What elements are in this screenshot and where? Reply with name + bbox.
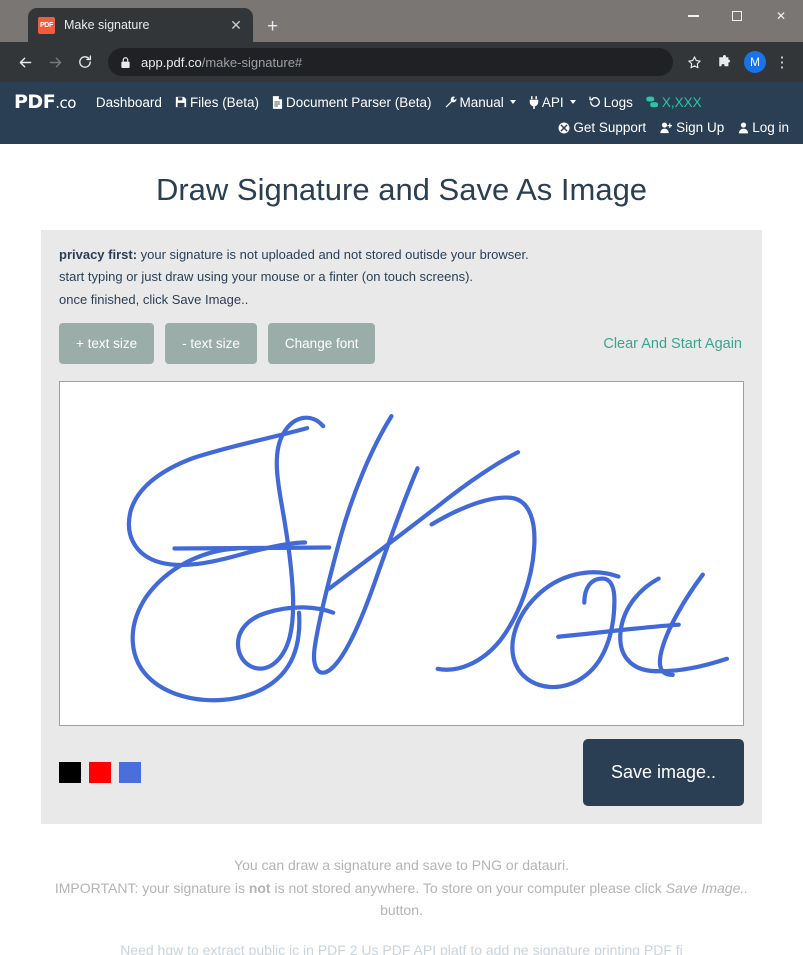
nav-item-logs[interactable]: Logs xyxy=(588,94,633,110)
forward-arrow-icon[interactable] xyxy=(40,47,70,77)
footer-line-2-c: is not stored anywhere. To store on your… xyxy=(270,879,666,896)
primary-nav-row: PDF.co Dashboard Files (Beta) Document P… xyxy=(0,91,803,113)
new-tab-button[interactable]: + xyxy=(267,17,278,36)
footer-line-2-a: IMPORTANT: your signature is xyxy=(54,879,249,896)
footer-emphasis-not: not xyxy=(248,879,271,896)
window-maximize-button[interactable] xyxy=(715,0,759,32)
puzzle-icon[interactable] xyxy=(709,47,739,77)
reload-icon[interactable] xyxy=(70,47,100,77)
profile-avatar[interactable]: M xyxy=(744,51,766,73)
chevron-down-icon xyxy=(569,100,576,104)
nav-label-sign-up: Sign Up xyxy=(676,120,725,135)
user-plus-icon xyxy=(660,122,673,134)
nav-item-credits[interactable]: X,XXX xyxy=(646,95,702,110)
nav-item-dashboard[interactable]: Dashboard xyxy=(96,95,162,110)
color-swatch-blue[interactable] xyxy=(119,762,141,784)
privacy-notice: privacy first: your signature is not upl… xyxy=(59,244,744,311)
account-nav-row: Get Support Sign Up Log in xyxy=(0,113,803,144)
nav-label-manual: Manual xyxy=(459,94,504,110)
tab-title: Make signature xyxy=(64,18,150,32)
privacy-line-1-rest: your signature is not uploaded and not s… xyxy=(137,247,529,262)
page-content: Draw Signature and Save As Image privacy… xyxy=(0,144,803,955)
privacy-label: privacy first: xyxy=(59,247,138,262)
decrease-text-size-button[interactable]: - text size xyxy=(165,323,257,365)
nav-item-get-support[interactable]: Get Support xyxy=(558,120,646,135)
save-image-button[interactable]: Save image.. xyxy=(582,739,744,807)
kebab-menu-icon[interactable]: ⋮ xyxy=(771,55,793,70)
color-swatch-black[interactable] xyxy=(59,762,81,784)
clear-and-start-again-link[interactable]: Clear And Start Again xyxy=(603,336,744,352)
nav-item-files[interactable]: Files (Beta) xyxy=(175,95,259,110)
privacy-line-3: once finished, click Save Image.. xyxy=(59,291,249,307)
change-font-button[interactable]: Change font xyxy=(267,323,376,365)
nav-item-sign-up[interactable]: Sign Up xyxy=(660,120,724,135)
nav-item-log-in[interactable]: Log in xyxy=(738,120,789,135)
footer-line-1: You can draw a signature and save to PNG… xyxy=(234,857,569,874)
wrench-icon xyxy=(445,96,457,108)
nav-label-dashboard: Dashboard xyxy=(95,94,162,110)
plug-icon xyxy=(529,95,539,109)
increase-text-size-button[interactable]: + text size xyxy=(59,323,155,365)
floppy-disk-icon xyxy=(175,96,187,108)
back-arrow-icon[interactable] xyxy=(10,47,40,77)
toolbar-right-actions: M ⋮ xyxy=(679,47,793,77)
footer-line-3: button. xyxy=(380,902,423,919)
nav-item-api[interactable]: API xyxy=(529,95,576,110)
window-close-button[interactable]: ✕ xyxy=(759,0,803,32)
nav-label-document-parser: Document Parser (Beta) xyxy=(285,94,432,110)
footer-line-2: IMPORTANT: your signature is not is not … xyxy=(45,877,758,900)
page-footer: You can draw a signature and save to PNG… xyxy=(0,824,803,922)
privacy-line-1: privacy first: your signature is not upl… xyxy=(59,244,744,266)
nav-label-api: API xyxy=(541,94,564,110)
browser-toolbar: app.pdf.co/make-signature# M ⋮ xyxy=(0,42,803,82)
nav-item-document-parser[interactable]: Document Parser (Beta) xyxy=(272,95,432,110)
nav-links: Dashboard Files (Beta) Document Parser (… xyxy=(96,95,702,110)
browser-tab[interactable]: PDF Make signature ✕ xyxy=(28,8,253,42)
privacy-line-2: start typing or just draw using your mou… xyxy=(59,269,474,285)
footer-save-image-emphasis: Save Image.. xyxy=(665,879,749,896)
site-header: PDF.co Dashboard Files (Beta) Document P… xyxy=(0,82,803,144)
window-controls: ✕ xyxy=(671,0,803,32)
url-text: app.pdf.co/make-signature# xyxy=(141,55,302,70)
color-swatches xyxy=(59,762,141,784)
window-minimize-button[interactable] xyxy=(671,0,715,32)
signature-panel: privacy first: your signature is not upl… xyxy=(41,230,762,825)
nav-label-logs: Logs xyxy=(603,94,633,110)
user-icon xyxy=(738,122,749,134)
logo-suffix: .co xyxy=(55,94,76,112)
footer-line-4-partial: Need hqw to extract public ic in PDF 2 U… xyxy=(120,942,683,955)
signature-controls: + text size - text size Change font Clea… xyxy=(59,323,744,365)
help-circle-icon xyxy=(558,122,570,134)
document-icon xyxy=(272,95,283,109)
signature-footer-controls: Save image.. xyxy=(59,739,744,807)
url-path: /make-signature# xyxy=(201,54,303,70)
nav-item-manual[interactable]: Manual xyxy=(445,95,516,110)
history-icon xyxy=(588,96,601,108)
url-domain: app.pdf.co xyxy=(141,54,202,70)
tab-favicon-icon: PDF xyxy=(38,16,55,34)
page-title: Draw Signature and Save As Image xyxy=(155,172,648,207)
star-icon[interactable] xyxy=(679,47,709,77)
nav-label-credits: X,XXX xyxy=(661,94,702,110)
nav-label-get-support: Get Support xyxy=(573,120,647,135)
signature-drawing xyxy=(126,414,730,703)
lock-icon xyxy=(120,56,131,69)
address-bar[interactable]: app.pdf.co/make-signature# xyxy=(108,48,673,76)
signature-canvas[interactable] xyxy=(59,381,744,727)
tab-close-icon[interactable]: ✕ xyxy=(227,18,245,32)
color-swatch-red[interactable] xyxy=(89,762,111,784)
nav-label-files: Files (Beta) xyxy=(189,94,259,110)
logo-main: PDF xyxy=(14,91,56,113)
nav-label-log-in: Log in xyxy=(752,120,789,135)
chevron-down-icon xyxy=(509,100,516,104)
pdfco-logo[interactable]: PDF.co xyxy=(14,91,76,113)
window-titlebar: PDF Make signature ✕ + ✕ xyxy=(0,0,803,42)
coins-icon xyxy=(646,96,659,108)
